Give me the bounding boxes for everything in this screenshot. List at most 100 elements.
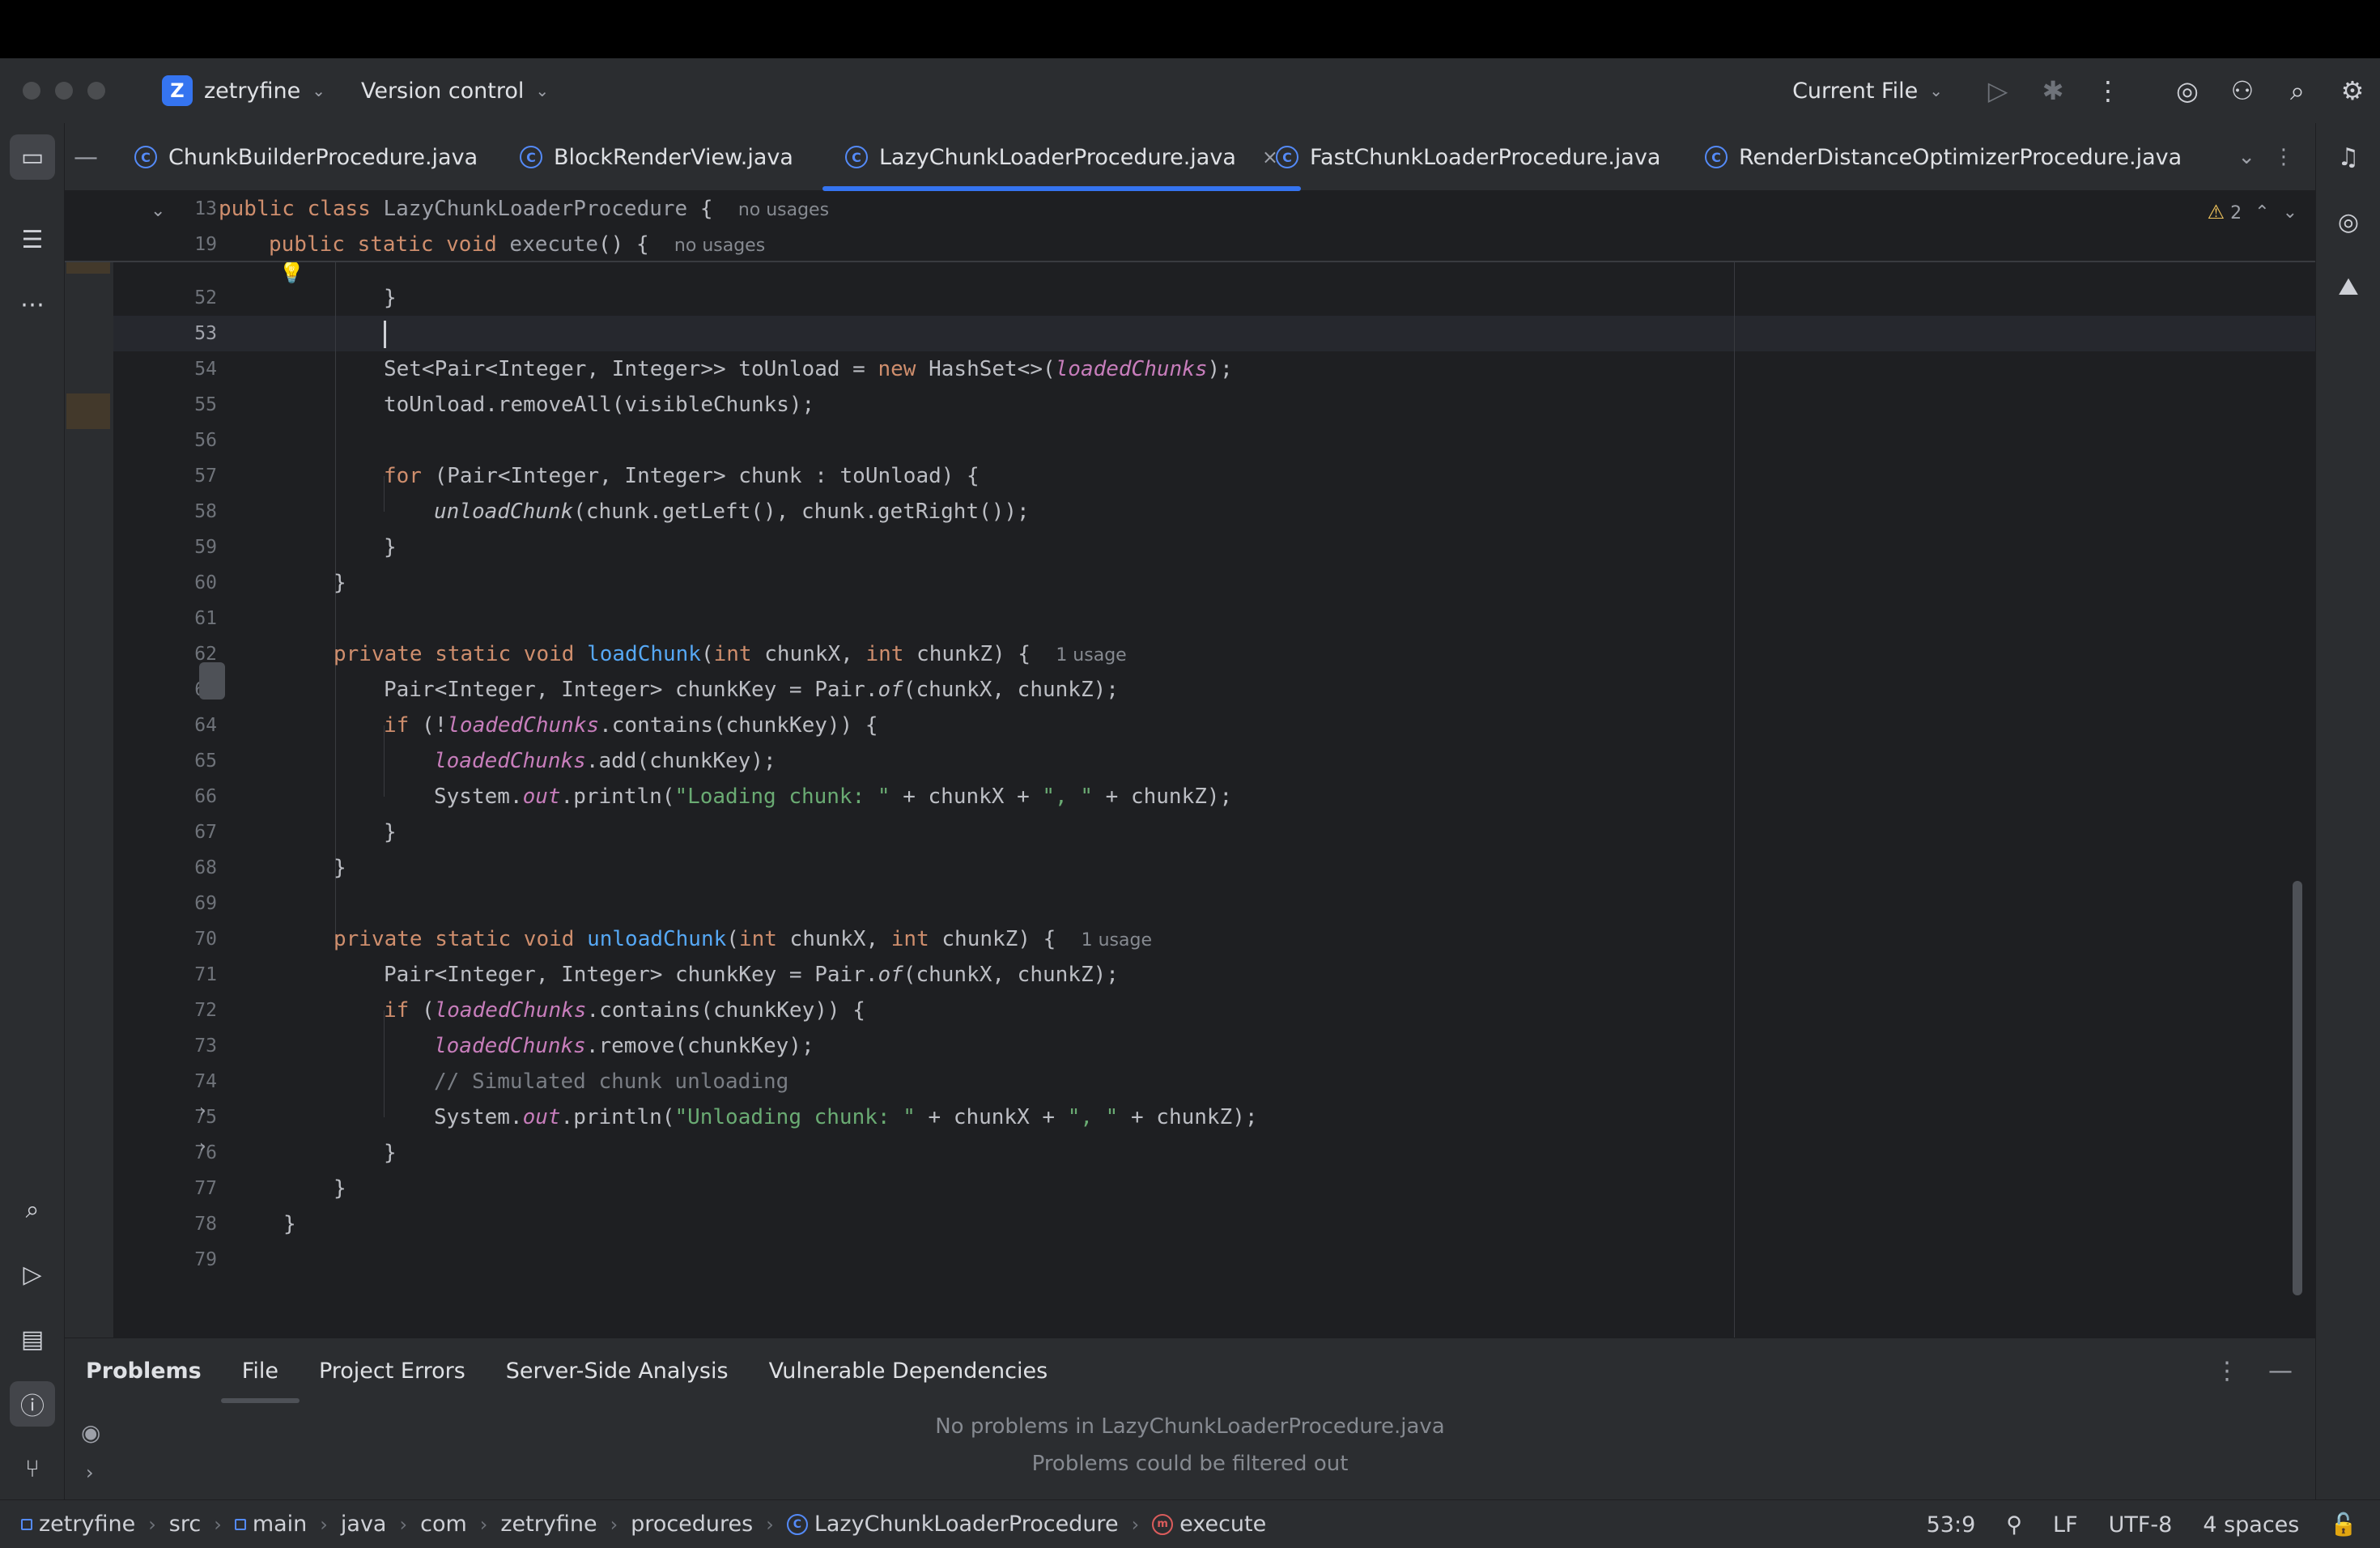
zoom-window-button[interactable] — [87, 82, 105, 100]
chevron-right-icon: › — [766, 1512, 774, 1536]
tab-blockrenderview[interactable]: C BlockRenderView.java — [520, 123, 793, 191]
tab-file[interactable]: File — [220, 1338, 300, 1403]
breadcrumb-item[interactable]: src — [169, 1512, 201, 1537]
more-vertical-icon[interactable]: ⋮ — [2080, 58, 2136, 123]
breadcrumb-item[interactable]: C LazyChunkLoaderProcedure — [786, 1512, 1119, 1537]
line-number: 65 — [194, 751, 217, 772]
breadcrumb-item[interactable]: com — [420, 1512, 467, 1537]
fold-chevron-icon[interactable]: › — [199, 1101, 206, 1121]
code-area[interactable]: } Set<Pair<Integer, Integer>> toUnload =… — [278, 191, 2315, 1337]
left-tool-bar: ▭ ☰ ⋯ ⌕ ▷ ▤ ⓘ ⑂ — [0, 123, 65, 1499]
minimize-icon[interactable]: — — [70, 123, 102, 191]
project-selector[interactable]: Z zetryfine ⌄ — [162, 75, 325, 106]
code-line: // Simulated chunk unloading — [434, 1070, 789, 1094]
indent-guide — [335, 262, 336, 939]
breadcrumb-item[interactable]: java — [341, 1512, 387, 1537]
add-user-icon[interactable]: ⚇ — [2215, 58, 2270, 123]
line-number: 72 — [194, 1000, 217, 1021]
editor-tabs: — C ChunkBuilderProcedure.java C BlockRe… — [65, 123, 2315, 191]
search-icon[interactable]: ⌕ — [2270, 58, 2325, 123]
code-line: System.out.println("Loading chunk: " + c… — [434, 785, 1233, 809]
no-problems-message: No problems in LazyChunkLoaderProcedure.… — [935, 1414, 1445, 1439]
close-window-button[interactable] — [23, 82, 40, 100]
line-number: 79 — [194, 1249, 217, 1270]
project-name: zetryfine — [204, 78, 301, 104]
chevron-down-icon[interactable]: ⌄ — [2283, 202, 2297, 223]
find-icon[interactable]: ⌕ — [10, 1187, 55, 1232]
version-control-menu[interactable]: Version control ⌄ — [361, 79, 549, 104]
tab-project-errors[interactable]: Project Errors — [319, 1338, 465, 1403]
title-toolbar: Current File ⌄ ▷ ✱ ⋮ ◎ ⚇ ⌕ ⚙ — [1792, 58, 2380, 123]
tab-server-side-analysis[interactable]: Server-Side Analysis — [506, 1338, 729, 1403]
line-number: 67 — [194, 822, 217, 843]
tab-label: RenderDistanceOptimizerProcedure.java — [1739, 144, 2182, 170]
sticky-line: public static void execute() { no usages — [269, 232, 766, 257]
problems-tabs: Problems File Project Errors Server-Side… — [65, 1338, 2315, 1403]
breadcrumb-item[interactable]: main — [234, 1512, 307, 1537]
run-configuration-selector[interactable]: Current File ⌄ — [1792, 79, 1943, 104]
run-icon[interactable]: ▷ — [1970, 58, 2025, 123]
chevron-up-icon[interactable]: ⌃ — [2255, 202, 2269, 223]
line-number: 78 — [194, 1214, 217, 1235]
filtered-message: Problems could be filtered out — [1031, 1452, 1349, 1476]
project-folder-icon[interactable]: ▭ — [10, 134, 55, 180]
breadcrumb-item[interactable]: procedures — [631, 1512, 753, 1537]
line-number: 74 — [194, 1071, 217, 1092]
lock-icon[interactable]: 🔓 — [2330, 1512, 2357, 1537]
tab-renderdistanceoptimizerprocedure[interactable]: C RenderDistanceOptimizerProcedure.java — [1705, 123, 2182, 191]
tab-lazychunkloaderprocedure[interactable]: C LazyChunkLoaderProcedure.java × — [822, 123, 1301, 191]
line-number: 70 — [194, 929, 217, 950]
class-icon: C — [520, 146, 542, 168]
indent-setting[interactable]: 4 spaces — [2203, 1512, 2299, 1537]
code-line: unloadChunk(chunk.getLeft(), chunk.getRi… — [434, 500, 1030, 524]
breadcrumb-item[interactable]: zetryfine — [500, 1512, 597, 1537]
vertical-scrollbar[interactable] — [2293, 881, 2302, 1295]
code-line: } — [384, 286, 397, 310]
code-editor[interactable]: 52 53 54 55 56 57 58 59 60 61 62 63 64 6… — [65, 191, 2315, 1337]
problems-panel: Problems File Project Errors Server-Side… — [65, 1337, 2315, 1499]
more-vertical-icon[interactable]: ⋮ — [2215, 1357, 2239, 1385]
line-number: 71 — [194, 964, 217, 985]
caret-position[interactable]: 53:9 — [1927, 1512, 1976, 1537]
gradle-icon[interactable]: ⛰ — [2326, 264, 2371, 309]
tab-vulnerable-dependencies[interactable]: Vulnerable Dependencies — [769, 1338, 1048, 1403]
fold-chevron-icon[interactable]: › — [199, 1137, 206, 1157]
code-line: } — [334, 571, 346, 595]
breadcrumb-item[interactable]: zetryfine — [21, 1512, 135, 1537]
problems-icon[interactable]: ⓘ — [10, 1381, 55, 1427]
tab-chunkbuilderprocedure[interactable]: C ChunkBuilderProcedure.java — [134, 123, 478, 191]
terminal-icon[interactable]: ▤ — [10, 1316, 55, 1362]
tab-fastchunkloaderprocedure[interactable]: C FastChunkLoaderProcedure.java — [1276, 123, 1660, 191]
ai-chat-icon[interactable]: ◎ — [2326, 199, 2371, 245]
git-branch-icon[interactable]: ⚲ — [2006, 1512, 2022, 1537]
line-number: 52 — [194, 287, 217, 308]
line-number: 19 — [194, 234, 217, 255]
sticky-scroll-header[interactable]: 13 19 ⌄ public class LazyChunkLoaderProc… — [65, 191, 2315, 262]
debug-icon[interactable]: ✱ — [2025, 58, 2080, 123]
warning-count: 2 — [2230, 203, 2242, 223]
code-line: for (Pair<Integer, Integer> chunk : toUn… — [384, 464, 980, 488]
code-line: if (!loadedChunks.contains(chunkKey)) { — [384, 713, 878, 738]
code-line: System.out.println("Unloading chunk: " +… — [434, 1105, 1258, 1129]
ai-assistant-icon[interactable]: ◎ — [2160, 58, 2215, 123]
breadcrumb-item[interactable]: m execute — [1152, 1512, 1266, 1537]
settings-icon[interactable]: ⚙ — [2325, 58, 2380, 123]
minimize-icon[interactable]: — — [2268, 1357, 2293, 1385]
file-encoding[interactable]: UTF-8 — [2109, 1512, 2173, 1537]
chevron-down-icon[interactable]: ⌄ — [2238, 145, 2255, 169]
line-separator[interactable]: LF — [2053, 1512, 2078, 1537]
class-icon: C — [1705, 146, 1728, 168]
chevron-down-icon[interactable]: ⌄ — [151, 201, 165, 221]
minimize-window-button[interactable] — [55, 82, 73, 100]
inspection-widget[interactable]: ⚠ 2 ⌃ ⌄ — [2208, 201, 2297, 223]
code-line: if (loadedChunks.contains(chunkKey)) { — [384, 998, 865, 1023]
git-icon[interactable]: ⑂ — [10, 1446, 55, 1491]
chevron-down-icon: ⌄ — [312, 81, 325, 100]
code-line: } — [384, 535, 397, 559]
structure-icon[interactable]: ☰ — [10, 217, 55, 262]
chevron-right-icon: › — [610, 1512, 618, 1536]
notifications-icon[interactable]: ♫ — [2326, 134, 2371, 180]
services-icon[interactable]: ▷ — [10, 1252, 55, 1297]
more-vertical-icon[interactable]: ⋮ — [2273, 145, 2294, 169]
more-horizontal-icon[interactable]: ⋯ — [10, 282, 55, 327]
